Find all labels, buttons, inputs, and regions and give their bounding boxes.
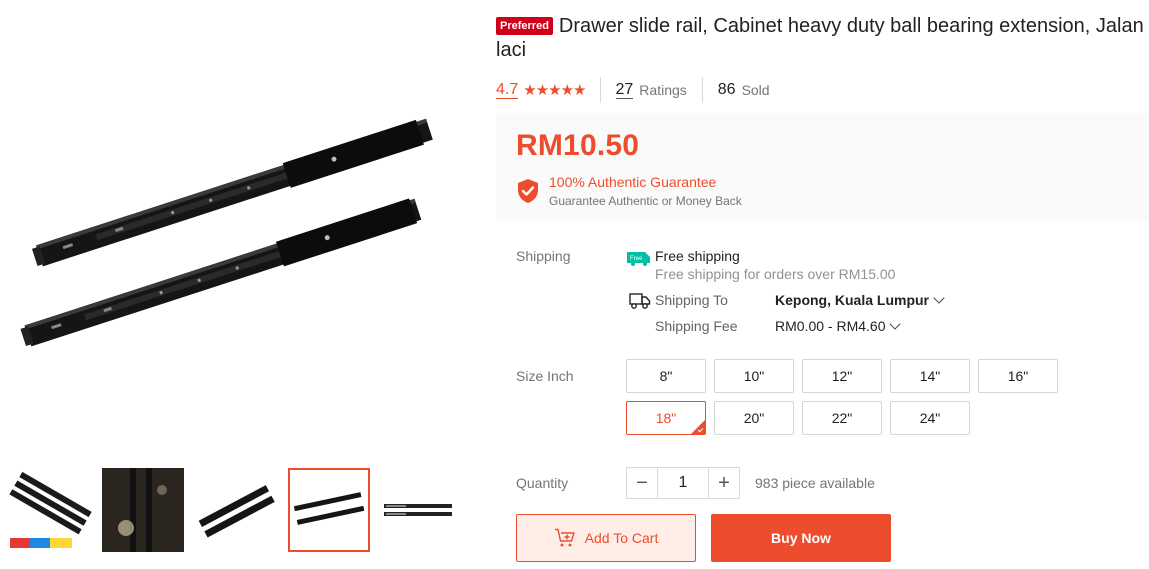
buy-now-button[interactable]: Buy Now bbox=[711, 514, 891, 562]
thumbnail-1[interactable] bbox=[6, 468, 94, 552]
ratings-stat[interactable]: 27 Ratings bbox=[615, 76, 702, 104]
sold-label: Sold bbox=[741, 82, 770, 98]
rating-value: 4.7 bbox=[496, 80, 519, 99]
size-option-label: 20" bbox=[743, 410, 765, 426]
size-option[interactable]: 24" bbox=[890, 401, 970, 435]
size-option[interactable]: 22" bbox=[802, 401, 882, 435]
size-option-label: 8" bbox=[659, 368, 673, 384]
price-value: RM10.50 bbox=[516, 129, 640, 162]
size-option[interactable]: 10" bbox=[714, 359, 794, 393]
shipping-label: Shipping bbox=[516, 248, 571, 264]
selected-corner-icon bbox=[691, 420, 705, 434]
size-option-label: 18" bbox=[655, 410, 677, 426]
product-stats: 4.7 ★★★★★ 27 Ratings 86 Sold bbox=[496, 76, 785, 104]
free-shipping-title: Free shipping bbox=[655, 248, 740, 264]
thumbnail-4[interactable] bbox=[288, 468, 370, 552]
shipping-to-dropdown[interactable]: Kepong, Kuala Lumpur bbox=[775, 292, 945, 308]
guarantee-subtitle: Guarantee Authentic or Money Back bbox=[549, 194, 742, 208]
product-title: Preferred Drawer slide rail, Cabinet heav… bbox=[496, 14, 1146, 62]
thumbnail-3[interactable] bbox=[192, 468, 280, 552]
chevron-down-icon bbox=[933, 292, 945, 304]
stat-divider bbox=[701, 77, 703, 103]
size-option-label: 16" bbox=[1007, 368, 1029, 384]
thumbnail-5[interactable] bbox=[376, 468, 464, 552]
size-option-label: 12" bbox=[831, 368, 853, 384]
chevron-down-icon bbox=[889, 318, 902, 330]
price-box: RM10.50 100% Authentic Guarantee Guarant… bbox=[496, 113, 1149, 221]
ratings-count: 27 bbox=[615, 80, 634, 99]
size-option-label: 22" bbox=[831, 410, 853, 426]
rating-stat[interactable]: 4.7 ★★★★★ bbox=[496, 76, 600, 104]
quantity-increase-button[interactable]: + bbox=[708, 467, 740, 499]
size-option-label: 24" bbox=[919, 410, 941, 426]
add-to-cart-label: Add To Cart bbox=[584, 530, 659, 546]
quantity-stepper: − 1 + bbox=[626, 467, 740, 499]
size-option-label: 14" bbox=[919, 368, 941, 384]
free-shipping-icon: Free bbox=[627, 252, 650, 266]
sold-count: 86 bbox=[717, 81, 736, 98]
sold-stat: 86 Sold bbox=[718, 76, 785, 104]
ratings-label: Ratings bbox=[639, 82, 687, 98]
guarantee-title[interactable]: 100% Authentic Guarantee bbox=[549, 174, 716, 190]
star-rating-icon: ★★★★★ bbox=[523, 82, 586, 99]
quantity-available: 983 piece available bbox=[755, 475, 875, 491]
add-to-cart-button[interactable]: Add To Cart bbox=[516, 514, 696, 562]
shipping-to-value: Kepong, Kuala Lumpur bbox=[775, 292, 929, 308]
size-option[interactable]: 18" bbox=[626, 401, 706, 435]
quantity-decrease-button[interactable]: − bbox=[626, 467, 658, 499]
shipping-to-label: Shipping To bbox=[655, 292, 728, 308]
size-option[interactable]: 16" bbox=[978, 359, 1058, 393]
size-option[interactable]: 12" bbox=[802, 359, 882, 393]
preferred-badge: Preferred bbox=[496, 17, 553, 35]
free-shipping-subtitle: Free shipping for orders over RM15.00 bbox=[655, 266, 896, 282]
shipping-fee-label: Shipping Fee bbox=[655, 318, 738, 334]
free-shipping-icon-text: Free bbox=[630, 256, 643, 262]
shipping-fee-dropdown[interactable]: RM0.00 - RM4.60 bbox=[775, 318, 902, 334]
size-option[interactable]: 8" bbox=[626, 359, 706, 393]
thumbnail-2[interactable] bbox=[102, 468, 184, 552]
size-options: 8" 10" 12" 14" 16" 18" 20" 22" 24" bbox=[626, 359, 1066, 443]
main-product-image[interactable] bbox=[0, 0, 460, 455]
cart-plus-icon bbox=[554, 528, 575, 547]
size-option-label: 10" bbox=[743, 368, 765, 384]
quantity-label: Quantity bbox=[516, 475, 569, 491]
size-option[interactable]: 20" bbox=[714, 401, 794, 435]
quantity-input[interactable]: 1 bbox=[658, 467, 708, 499]
product-title-text: Drawer slide rail, Cabinet heavy duty ba… bbox=[496, 15, 1144, 61]
shield-check-icon bbox=[518, 179, 538, 203]
thumbnail-strip bbox=[6, 468, 464, 552]
stat-divider bbox=[599, 77, 601, 103]
shipping-fee-value: RM0.00 - RM4.60 bbox=[775, 318, 886, 334]
size-label: Size Inch bbox=[516, 368, 574, 384]
size-option[interactable]: 14" bbox=[890, 359, 970, 393]
truck-icon bbox=[629, 293, 651, 309]
